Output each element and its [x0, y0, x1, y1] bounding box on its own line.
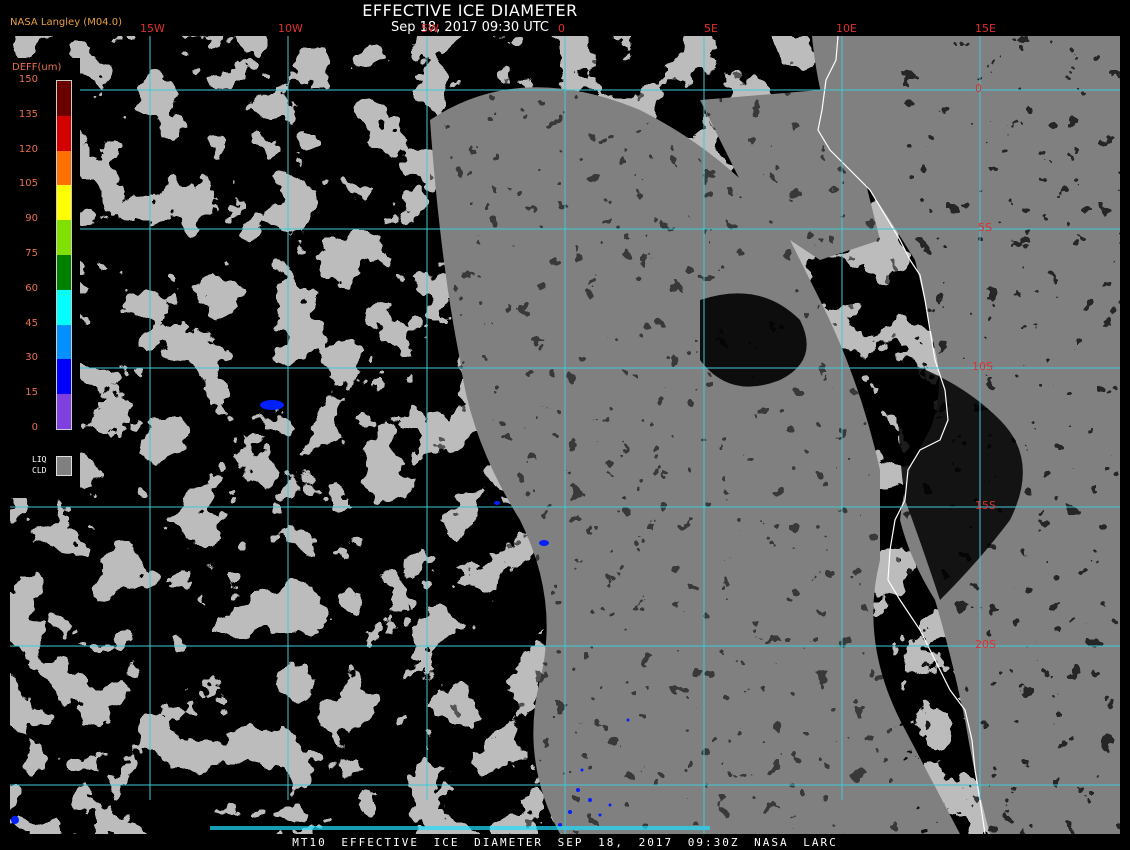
legend-swatch — [57, 394, 71, 429]
legend-swatch — [57, 324, 71, 360]
legend-tick-label: 135 — [18, 108, 38, 120]
legend-colorbar — [56, 80, 72, 430]
lon-label-15w: 15W — [140, 22, 165, 35]
legend-swatch — [57, 115, 71, 151]
lon-label-10e: 10E — [836, 22, 857, 35]
legend-swatch — [57, 220, 71, 255]
map-title: EFFECTIVE ICE DIAMETER — [362, 1, 578, 20]
legend-swatch — [57, 255, 71, 290]
legend-tick-label: 45 — [25, 317, 38, 329]
legend-tick-label: 30 — [25, 352, 38, 364]
legend-tick-label: 60 — [25, 282, 38, 294]
lon-label-0: 0 — [558, 22, 565, 35]
lat-label-20s: 20S — [975, 638, 996, 651]
agency-label: NASA Langley (M04.0) — [10, 17, 122, 28]
cloud-map — [0, 0, 1130, 850]
legend-tick-label: 15 — [25, 387, 38, 399]
legend-tick-label: 120 — [18, 143, 38, 155]
color-legend: DEFF(um) LIQ CLD 150 135 120 105 90 75 60 45 30 1… — [8, 58, 80, 498]
lon-label-5e: 5E — [704, 22, 718, 35]
liquid-cloud-label: LIQ CLD — [32, 455, 47, 475]
satellite-product-page: EFFECTIVE ICE DIAMETER Sep 18, 2017 09:3… — [0, 0, 1130, 850]
legend-swatch — [57, 150, 71, 186]
lat-label-0: 0 — [975, 82, 982, 95]
legend-title: DEFF(um) — [12, 62, 62, 73]
legend-tick-label: 75 — [25, 248, 38, 259]
footer-caption: MT10 EFFECTIVE ICE DIAMETER SEP 18, 2017… — [292, 836, 838, 849]
liquid-cloud-swatch — [56, 456, 72, 476]
legend-tick-label: 105 — [18, 178, 38, 190]
lat-label-10s: 10S — [972, 360, 993, 373]
legend-tick-label: 0 — [31, 422, 38, 433]
lon-label-15e: 15E — [975, 22, 996, 35]
legend-tick-label: 90 — [25, 213, 38, 225]
lat-label-15s: 15S — [975, 499, 996, 512]
legend-swatch — [57, 359, 71, 395]
lon-label-10w: 10W — [278, 22, 303, 35]
lat-label-5s: 5S — [978, 221, 992, 234]
legend-tick-label: 150 — [18, 74, 38, 85]
legend-swatch — [57, 289, 71, 325]
lon-label-5w: 5W — [421, 22, 439, 35]
legend-swatch — [57, 81, 71, 116]
legend-swatch — [57, 185, 71, 221]
